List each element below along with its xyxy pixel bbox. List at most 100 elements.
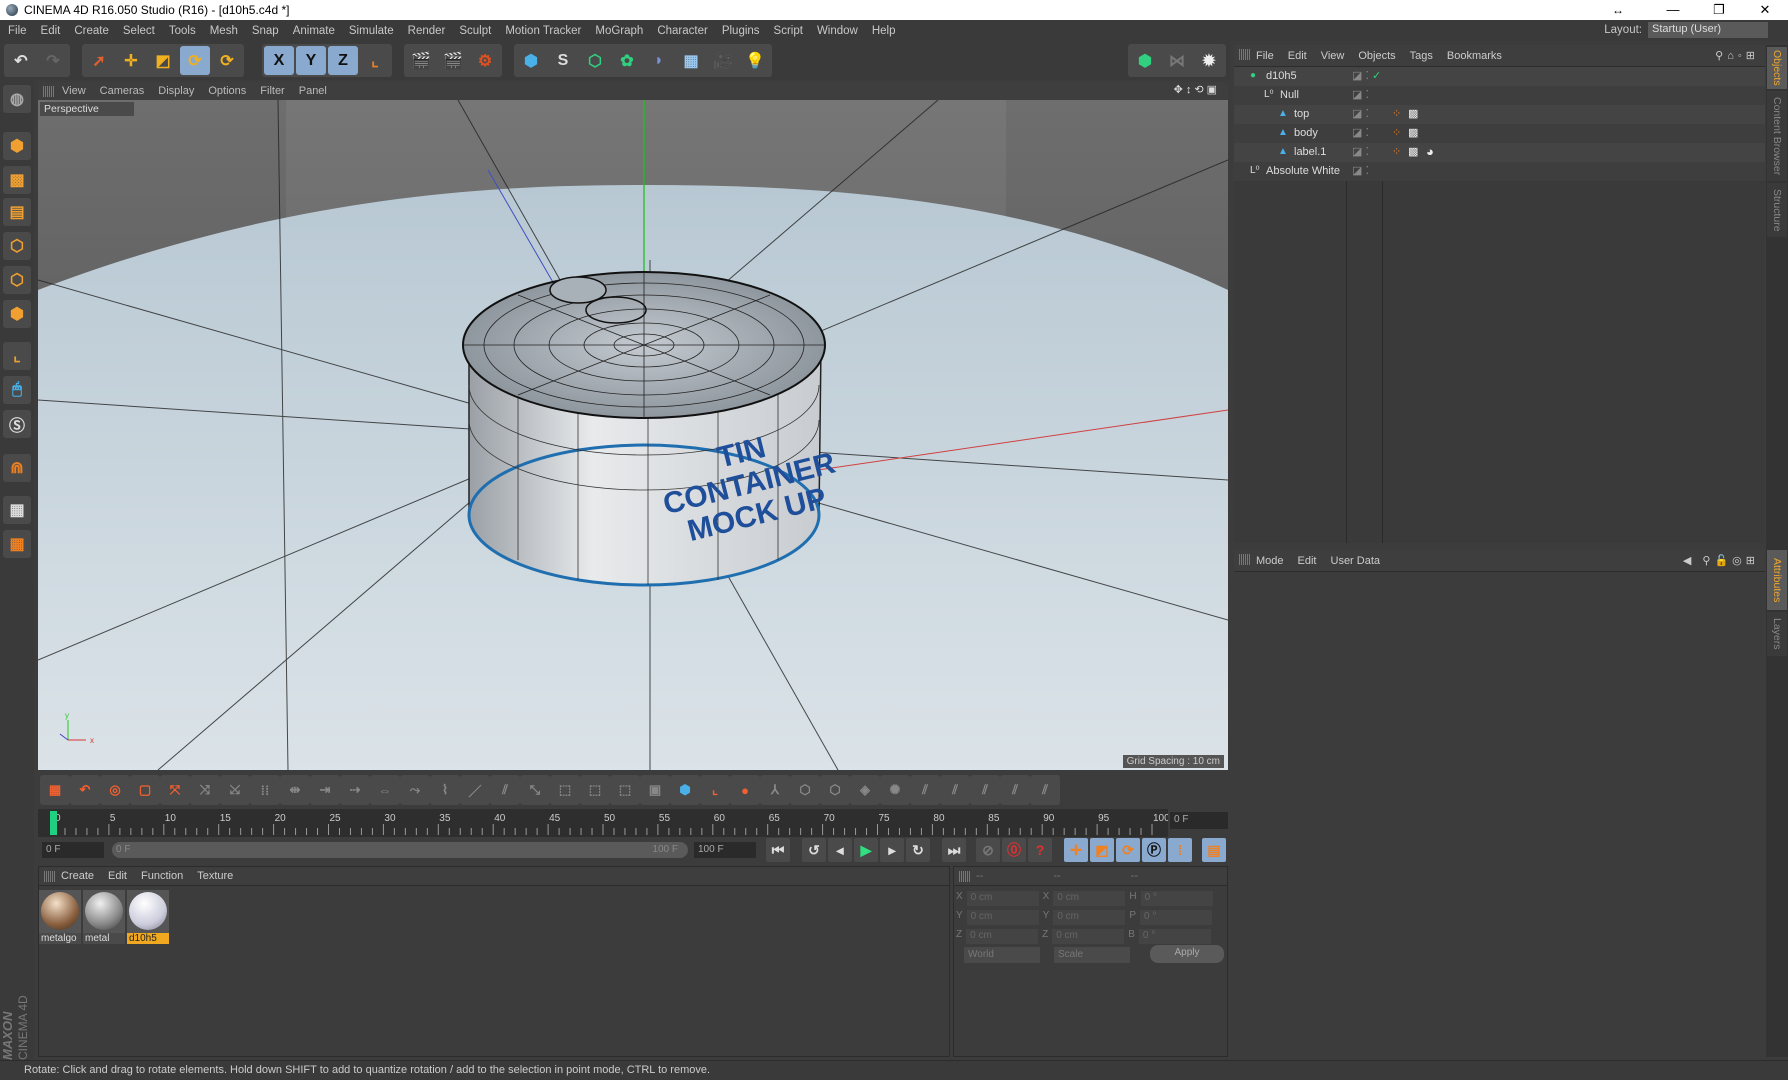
- modeling-tool-button[interactable]: ⬢: [670, 775, 700, 805]
- modeling-tool-button[interactable]: ⬚: [550, 775, 580, 805]
- texture-tag-icon[interactable]: ▩: [1408, 145, 1418, 158]
- modeling-tool-button[interactable]: ⇥: [310, 775, 340, 805]
- workplane-mode-button[interactable]: ▤: [3, 198, 31, 226]
- x-axis-button[interactable]: X: [264, 46, 294, 75]
- layer-visibility-icon[interactable]: ◪ ⁚: [1352, 107, 1369, 120]
- modeling-tool-button[interactable]: ●: [730, 775, 760, 805]
- keyframe-selection-button[interactable]: ?: [1028, 838, 1052, 862]
- object-menu-view[interactable]: View: [1321, 50, 1345, 62]
- layer-visibility-icon[interactable]: ◪ ⁚: [1352, 164, 1369, 177]
- modeling-tool-button[interactable]: ⤡: [520, 775, 550, 805]
- menu-render[interactable]: Render: [408, 25, 446, 37]
- texture-mode-button[interactable]: ▩: [3, 166, 31, 194]
- modeling-tool-button[interactable]: ▦: [40, 775, 70, 805]
- material-metal[interactable]: metal: [83, 890, 125, 944]
- layout-selector[interactable]: Layout: Startup (User): [1604, 22, 1768, 38]
- object-row-label-1[interactable]: ▲ label.1 ◪ ⁚ ⁘ ▩ ◕: [1234, 143, 1765, 162]
- workplane-button[interactable]: ⬢: [1130, 46, 1160, 75]
- material-menu-edit[interactable]: Edit: [108, 870, 127, 882]
- modeling-tool-button[interactable]: ◎: [100, 775, 130, 805]
- light-button[interactable]: 💡: [740, 46, 770, 75]
- key-rotation-button[interactable]: ⟳: [1116, 838, 1140, 862]
- key-pla-button[interactable]: ⁞: [1168, 838, 1192, 862]
- modeling-tool-button[interactable]: ⇹: [280, 775, 310, 805]
- menu-mesh[interactable]: Mesh: [210, 25, 238, 37]
- magnet-button[interactable]: ⋒: [3, 454, 31, 482]
- modeling-tool-button[interactable]: ／: [460, 775, 490, 805]
- modeling-tool-button[interactable]: ⁞⁞: [250, 775, 280, 805]
- viewport-menu-panel[interactable]: Panel: [299, 85, 327, 97]
- tab-content-browser[interactable]: Content Browser: [1767, 91, 1787, 181]
- nurbs-button[interactable]: ⬡: [580, 46, 610, 75]
- menu-script[interactable]: Script: [774, 25, 803, 37]
- previous-frame-button[interactable]: ◂: [828, 838, 852, 862]
- symmetry-button[interactable]: ⋈: [1162, 46, 1192, 75]
- rotate-tool-button[interactable]: ⟳: [180, 46, 210, 75]
- object-manager-tools-icons[interactable]: ⚲⌂◦⊞: [1715, 49, 1759, 62]
- menu-mograph[interactable]: MoGraph: [595, 25, 643, 37]
- frame-range-slider[interactable]: 0 F 100 F: [112, 842, 688, 858]
- modeling-tool-button[interactable]: ⬡: [790, 775, 820, 805]
- record-keys-button[interactable]: ⊘: [976, 838, 1000, 862]
- tab-objects[interactable]: Objects: [1767, 47, 1787, 89]
- axis-mode-button[interactable]: ⌞: [3, 342, 31, 370]
- spline-button[interactable]: S: [548, 46, 578, 75]
- menu-edit[interactable]: Edit: [41, 25, 61, 37]
- menu-file[interactable]: File: [8, 25, 27, 37]
- modeling-tool-button[interactable]: ▣: [640, 775, 670, 805]
- object-row-top[interactable]: ▲ top ◪ ⁚ ⁘ ▩: [1234, 105, 1765, 124]
- modeling-tool-button[interactable]: ◈: [850, 775, 880, 805]
- material-menu-create[interactable]: Create: [61, 870, 94, 882]
- object-menu-edit[interactable]: Edit: [1288, 50, 1307, 62]
- menu-simulate[interactable]: Simulate: [349, 25, 394, 37]
- go-to-end-button[interactable]: ⏭: [942, 838, 966, 862]
- modeling-tool-button[interactable]: ⌇: [430, 775, 460, 805]
- viewport-menu-view[interactable]: View: [62, 85, 86, 97]
- render-view-button[interactable]: 🎬: [406, 46, 436, 75]
- modeling-tool-button[interactable]: ⫽: [910, 775, 940, 805]
- timeline-button[interactable]: ▤: [1202, 838, 1226, 862]
- previous-key-button[interactable]: ↺: [802, 838, 826, 862]
- array-button[interactable]: ✿: [612, 46, 642, 75]
- deformer-button[interactable]: ◗: [644, 46, 674, 75]
- layer-visibility-icon[interactable]: ◪ ⁚: [1352, 145, 1369, 158]
- attribute-menu-user-data[interactable]: User Data: [1331, 555, 1381, 567]
- coordinate-field[interactable]: 0 cm: [966, 910, 1039, 925]
- viewport-perspective[interactable]: TIN CONTAINER MOCK UP xy Perspective Gri…: [38, 100, 1228, 770]
- modeling-tool-button[interactable]: ⫽: [490, 775, 520, 805]
- modeling-tool-button[interactable]: ⫽: [1030, 775, 1060, 805]
- z-axis-button[interactable]: Z: [328, 46, 358, 75]
- object-menu-file[interactable]: File: [1256, 50, 1274, 62]
- phong-tag-icon[interactable]: ⁘: [1392, 145, 1401, 158]
- coordinate-type-dropdown[interactable]: Scale: [1054, 947, 1130, 963]
- layer-visibility-icon[interactable]: ◪ ⁚: [1352, 88, 1369, 101]
- material-menu-function[interactable]: Function: [141, 870, 183, 882]
- menu-plugins[interactable]: Plugins: [722, 25, 760, 37]
- modeling-tool-button[interactable]: ⤨: [190, 775, 220, 805]
- menu-character[interactable]: Character: [657, 25, 708, 37]
- attribute-menu-edit[interactable]: Edit: [1298, 555, 1317, 567]
- material-tag-icon[interactable]: ◕: [1426, 144, 1434, 159]
- object-menu-objects[interactable]: Objects: [1358, 50, 1395, 62]
- modeling-tool-button[interactable]: ▢: [130, 775, 160, 805]
- modeling-tool-button[interactable]: ⤳: [400, 775, 430, 805]
- layer-visibility-icon[interactable]: ◪ ⁚: [1352, 69, 1369, 82]
- object-row-body[interactable]: ▲ body ◪ ⁚ ⁘ ▩: [1234, 124, 1765, 143]
- tweak-mode-button[interactable]: 🖱: [3, 376, 31, 404]
- modeling-tool-button[interactable]: ⬚: [580, 775, 610, 805]
- phong-tag-icon[interactable]: ⁘: [1392, 107, 1401, 120]
- menu-tools[interactable]: Tools: [169, 25, 196, 37]
- make-editable-button[interactable]: ◍: [3, 85, 31, 113]
- viewport-menu-filter[interactable]: Filter: [260, 85, 284, 97]
- model-mode-button[interactable]: ⬢: [3, 132, 31, 160]
- render-settings-button[interactable]: ⚙: [470, 46, 500, 75]
- points-mode-button[interactable]: ⬡: [3, 232, 31, 260]
- coordinate-system-button[interactable]: ⌞: [360, 46, 390, 75]
- modeling-tool-button[interactable]: ⅄: [760, 775, 790, 805]
- menu-snap[interactable]: Snap: [252, 25, 279, 37]
- key-position-button[interactable]: ✛: [1064, 838, 1088, 862]
- material-d10h5[interactable]: d10h5: [127, 890, 169, 944]
- floor-button[interactable]: ▦: [676, 46, 706, 75]
- modeling-tool-button[interactable]: ⇔: [370, 775, 400, 805]
- modeling-tool-button[interactable]: ⫽: [970, 775, 1000, 805]
